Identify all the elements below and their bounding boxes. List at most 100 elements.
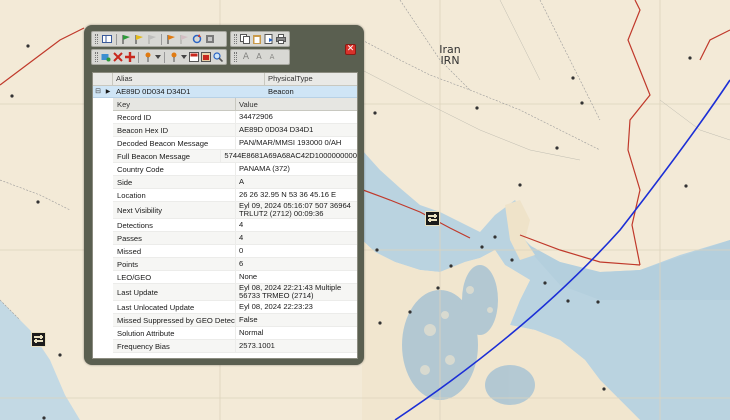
detail-key: Solution Attribute	[113, 327, 236, 339]
pin-down-icon[interactable]	[180, 51, 187, 63]
flag-yellow-icon[interactable]	[133, 33, 145, 45]
value-column-header[interactable]: Value	[236, 98, 357, 110]
detail-value: 0	[239, 246, 244, 255]
detail-row[interactable]: Detections 4	[113, 219, 357, 232]
detail-row[interactable]: Frequency Bias 2573.1001	[113, 340, 357, 353]
toolbar-text-size: A A A	[230, 49, 290, 65]
detail-value: 4	[239, 220, 244, 229]
stop-icon[interactable]	[204, 33, 216, 45]
detail-value: A	[239, 177, 245, 186]
beacon-row[interactable]: ⊟ ▶ AE89D 0D034 D34D1 Beacon	[93, 86, 357, 98]
beacon-grid[interactable]: Alias PhysicalType ⊟ ▶ AE89D 0D034 D34D1…	[92, 72, 358, 359]
text-a-tiny-icon[interactable]: A	[266, 51, 278, 63]
detail-value: None	[239, 272, 258, 281]
detail-value: Normal	[239, 328, 264, 337]
detail-row[interactable]: Decoded Beacon Message PAN/MAR/MMSI 19300…	[113, 137, 357, 150]
alias-column-header[interactable]: Alias	[113, 73, 265, 85]
text-a-small-icon[interactable]: A	[253, 51, 265, 63]
detail-value: 2573.1001	[239, 341, 275, 350]
print-icon[interactable]	[275, 33, 286, 45]
beacon-icon	[428, 214, 437, 222]
detail-value: 26 26 32.95 N 53 36 45.16 E	[239, 190, 337, 199]
beacon-details-panel[interactable]: ✕ A A A Alias PhysicalType ⊟ ▶ AE89D 0D0…	[84, 25, 364, 365]
close-button[interactable]: ✕	[345, 44, 356, 55]
detail-key: Country Code	[113, 163, 236, 175]
detail-key: Missed	[113, 245, 236, 257]
detail-key: Last Update	[113, 284, 236, 300]
detail-value: AE89D 0D034 D34D1	[239, 125, 314, 134]
detail-row[interactable]: Beacon Hex ID AE89D 0D034 D34D1	[113, 124, 357, 137]
search-icon[interactable]	[212, 51, 223, 63]
copy-icon[interactable]	[240, 33, 251, 45]
pin-down-icon[interactable]	[154, 51, 161, 63]
detail-row[interactable]: Passes 4	[113, 232, 357, 245]
detail-key: Frequency Bias	[113, 340, 236, 352]
grid-header: Alias PhysicalType	[93, 73, 357, 86]
flag-faded-icon[interactable]	[178, 33, 190, 45]
detail-value: Eyl 08, 2024 22:21:43 Multiple 56733 TRM…	[239, 283, 342, 300]
filter-icon[interactable]	[168, 51, 179, 63]
detail-value: PAN/MAR/MMSI 193000 0/AH	[239, 138, 342, 147]
detail-key: Side	[113, 176, 236, 188]
refresh-icon[interactable]	[191, 33, 203, 45]
detail-key: Passes	[113, 232, 236, 244]
detail-value: Eyl 09, 2024 05:16:07 507 36964 TRLUT2 (…	[239, 201, 351, 218]
detail-value: 6	[239, 259, 244, 268]
flag-orange-icon[interactable]	[165, 33, 177, 45]
cross-icon[interactable]	[125, 51, 136, 63]
detail-key: Points	[113, 258, 236, 270]
detail-row[interactable]: Country Code PANAMA (372)	[113, 163, 357, 176]
detail-key: Next Visibility	[113, 202, 236, 218]
detail-row[interactable]: Next Visibility Eyl 09, 2024 05:16:07 507…	[113, 202, 357, 219]
detail-key: Record ID	[113, 111, 236, 123]
beacon-alias: AE89D 0D034 D34D1	[116, 87, 191, 96]
map-icon[interactable]	[188, 51, 199, 63]
paste-icon[interactable]	[252, 33, 263, 45]
toolbar-main	[91, 31, 227, 47]
detail-key: Full Beacon Message	[113, 150, 222, 162]
columns-icon[interactable]	[101, 33, 113, 45]
detail-row[interactable]: Last Unlocated Update Eyl 08, 2024 22:23:…	[113, 301, 357, 314]
detail-rows: Record ID 34472906 Beacon Hex ID AE89D 0D03…	[113, 111, 357, 353]
detail-row[interactable]: Side A	[113, 176, 357, 189]
detail-key: Location	[113, 189, 236, 201]
beacon-marker-secondary[interactable]	[31, 332, 46, 347]
flag-green-icon[interactable]	[120, 33, 132, 45]
beacon-icon	[34, 335, 43, 343]
toolbar-grip[interactable]	[95, 34, 98, 44]
toolbar-grip[interactable]	[234, 52, 237, 62]
toolbar-actions	[91, 49, 227, 65]
beacon-marker[interactable]	[425, 211, 440, 226]
export-icon[interactable]	[263, 33, 274, 45]
toolbar-grip[interactable]	[95, 52, 98, 62]
beacon-physical-type: Beacon	[268, 87, 294, 96]
collapse-icon[interactable]: ⊟	[93, 86, 103, 97]
detail-key: Last Unlocated Update	[113, 301, 236, 313]
detail-value: 4	[239, 233, 244, 242]
detail-header: Key Value	[113, 98, 357, 111]
detail-value: PANAMA (372)	[239, 164, 290, 173]
detail-key: Beacon Hex ID	[113, 124, 236, 136]
detail-row[interactable]: Missed Suppressed by GEO DetectionsFalse	[113, 314, 357, 327]
detail-value: Eyl 08, 2024 22:23:23	[239, 302, 313, 311]
add-icon[interactable]	[101, 51, 112, 63]
detail-row[interactable]: Record ID 34472906	[113, 111, 357, 124]
toolbar-clipboard	[230, 31, 290, 47]
detail-row[interactable]: Full Beacon Message 5744E8681A69A68AC42D1…	[113, 150, 357, 163]
pin-icon[interactable]	[142, 51, 153, 63]
detail-row[interactable]: Missed 0	[113, 245, 357, 258]
country-label: Iran IRN	[434, 44, 466, 66]
detail-row[interactable]: Last Update Eyl 08, 2024 22:21:43 Multipl…	[113, 284, 357, 301]
toolbar-grip[interactable]	[234, 34, 237, 44]
delete-icon[interactable]	[113, 51, 124, 63]
detail-row[interactable]: Points 6	[113, 258, 357, 271]
layers-icon[interactable]	[200, 51, 211, 63]
detail-row[interactable]: Solution Attribute Normal	[113, 327, 357, 340]
flag-gray-icon[interactable]	[146, 33, 158, 45]
detail-key: Decoded Beacon Message	[113, 137, 236, 149]
detail-key: Missed Suppressed by GEO Detections	[113, 314, 236, 326]
detail-value: False	[239, 315, 258, 324]
key-column-header[interactable]: Key	[113, 98, 236, 110]
text-a-icon[interactable]: A	[240, 51, 252, 63]
physical-type-column-header[interactable]: PhysicalType	[265, 73, 357, 85]
